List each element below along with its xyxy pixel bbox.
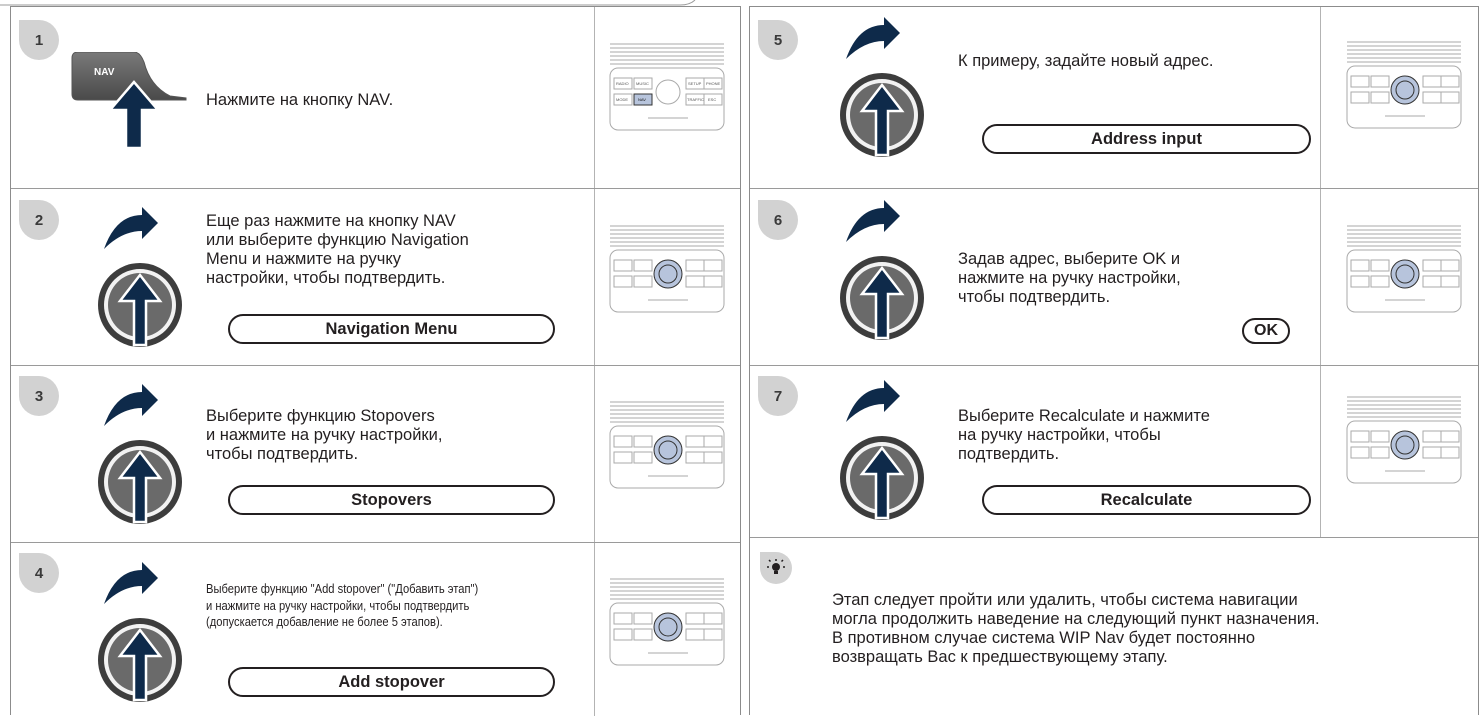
step-6-text: Задав адрес, выберите OK и нажмите на руч… <box>958 250 1181 306</box>
rotary-knob-icon <box>840 380 924 520</box>
lightbulb-icon <box>760 552 792 584</box>
menu-item-recalculate[interactable]: Recalculate <box>982 485 1311 515</box>
console-thumbnail-step-3 <box>609 401 725 489</box>
console-btn-label: SETUP <box>688 81 702 86</box>
console-btn-label: MODE <box>616 97 628 102</box>
step-3-text: Выберите функцию Stopovers и нажмите на р… <box>206 407 443 463</box>
rotary-knob-icon <box>98 562 182 702</box>
console-btn-label: PHONE <box>706 81 721 86</box>
nav-button-label: NAV <box>94 67 115 78</box>
rotary-knob-icon <box>98 207 182 347</box>
step-number-badge: 2 <box>19 200 59 240</box>
nav-button-icon: NAV <box>71 52 187 150</box>
step-number-badge: 4 <box>19 553 59 593</box>
step-number-badge: 7 <box>758 376 798 416</box>
menu-item-add-stopover[interactable]: Add stopover <box>228 667 555 697</box>
step-4-text: Выберите функцию "Add stopover" ("Добави… <box>206 581 479 629</box>
console-thumbnail-step-1: RADIO MUSIC SETUP PHONE MODE NAV TRAFFIC… <box>609 43 725 131</box>
tip-text: Этап следует пройти или удалить, чтобы с… <box>832 591 1320 666</box>
step-5-text: К примеру, задайте новый адрес. <box>958 52 1214 70</box>
console-btn-label: RADIO <box>616 81 629 86</box>
step-number-badge: 6 <box>758 200 798 240</box>
step-2-text: Еще раз нажмите на кнопку NAV или выберит… <box>206 212 469 287</box>
step-7-text: Выберите Recalculate и нажмите на ручку н… <box>958 407 1210 463</box>
console-btn-label: ESC <box>708 97 716 102</box>
step-number-badge: 3 <box>19 376 59 416</box>
rotary-knob-icon <box>98 384 182 524</box>
console-thumbnail-step-7 <box>1346 396 1462 484</box>
console-thumbnail-step-2 <box>609 225 725 313</box>
step-1-text: Нажмите на кнопку NAV. <box>206 91 394 109</box>
step-number-badge: 1 <box>19 20 59 60</box>
console-btn-label: MUSIC <box>636 81 649 86</box>
ok-button[interactable]: OK <box>1242 318 1290 344</box>
menu-item-address-input[interactable]: Address input <box>982 124 1311 154</box>
step-number-badge: 5 <box>758 20 798 60</box>
console-thumbnail-step-6 <box>1346 225 1462 313</box>
menu-item-stopovers[interactable]: Stopovers <box>228 485 555 515</box>
rotary-knob-icon <box>840 200 924 340</box>
console-thumbnail-step-5 <box>1346 41 1462 129</box>
console-thumbnail-step-4 <box>609 578 725 666</box>
console-btn-label: NAV <box>638 97 646 102</box>
console-btn-label: TRAFFIC <box>687 97 704 102</box>
rotary-knob-icon <box>840 17 924 157</box>
menu-item-navigation-menu[interactable]: Navigation Menu <box>228 314 555 344</box>
